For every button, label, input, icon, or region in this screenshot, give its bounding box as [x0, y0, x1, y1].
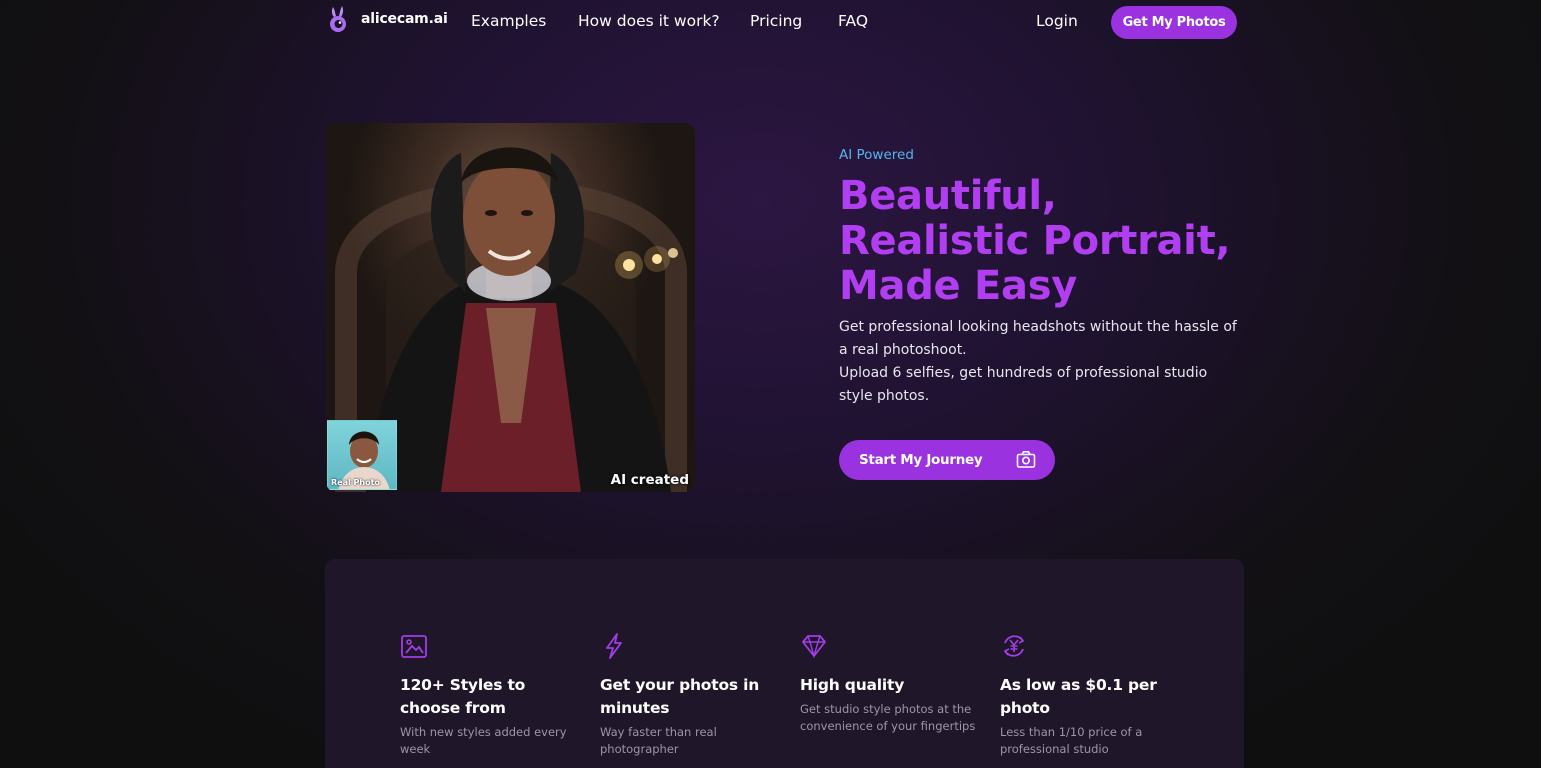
nav-link-faq[interactable]: FAQ — [838, 12, 868, 30]
real-photo-thumbnail: Real Photo — [327, 420, 397, 490]
real-photo-label: Real Photo — [331, 478, 380, 487]
nav-link-how-it-works[interactable]: How does it work? — [578, 12, 720, 30]
brand-name: alicecam.ai — [361, 11, 448, 27]
feature-title: 120+ Styles to choose from — [400, 676, 526, 717]
hero-subtext: Get professional looking headshots witho… — [839, 316, 1239, 408]
headline-line-2: Realistic Portrait, — [839, 218, 1231, 264]
start-my-journey-button[interactable]: Start My Journey — [839, 440, 1055, 480]
feature-styles: 120+ Styles to choose from With new styl… — [400, 632, 580, 757]
lightning-icon — [606, 633, 622, 659]
feature-speed: Get your photos in minutes Way faster th… — [600, 632, 780, 757]
top-nav: alicecam.ai Examples How does it work? P… — [0, 0, 1541, 44]
login-link[interactable]: Login — [1036, 12, 1078, 30]
feature-desc: Less than 1/10 price of a professional s… — [1000, 725, 1143, 756]
hero-subtext-line-2: Upload 6 selfies, get hundreds of profes… — [839, 365, 1208, 404]
feature-desc: With new styles added every week — [400, 725, 567, 756]
nav-link-pricing[interactable]: Pricing — [750, 12, 802, 30]
bunny-camera-icon — [330, 6, 346, 32]
feature-title: Get your photos in minutes — [600, 676, 760, 717]
feature-price: As low as $0.1 per photo Less than 1/10 … — [1000, 632, 1180, 757]
feature-title: As low as $0.1 per photo — [1000, 676, 1157, 717]
headline-line-3: Made Easy — [839, 263, 1077, 309]
start-my-journey-label: Start My Journey — [859, 452, 983, 468]
brand-logo[interactable]: alicecam.ai — [326, 5, 448, 33]
hero-subtext-line-1: Get professional looking headshots witho… — [839, 319, 1237, 358]
image-icon — [401, 635, 427, 658]
ai-created-label: AI created — [610, 472, 689, 488]
feature-title: High quality — [800, 676, 905, 694]
features-panel: 120+ Styles to choose from With new styl… — [325, 559, 1244, 768]
hero-portrait-image: Real Photo AI created — [326, 123, 695, 492]
nav-link-examples[interactable]: Examples — [471, 12, 546, 30]
camera-icon — [1016, 451, 1036, 468]
yen-cycle-icon — [1003, 635, 1025, 657]
hero-headline: Beautiful, Realistic Portrait, Made Easy — [839, 174, 1259, 309]
feature-desc: Get studio style photos at the convenien… — [800, 702, 976, 733]
headline-line-1: Beautiful, — [839, 173, 1057, 219]
diamond-icon — [802, 635, 826, 659]
feature-desc: Way faster than real photographer — [600, 725, 717, 756]
ai-powered-eyebrow: AI Powered — [839, 147, 914, 163]
feature-quality: High quality Get studio style photos at … — [800, 632, 980, 734]
get-my-photos-button[interactable]: Get My Photos — [1111, 6, 1237, 39]
